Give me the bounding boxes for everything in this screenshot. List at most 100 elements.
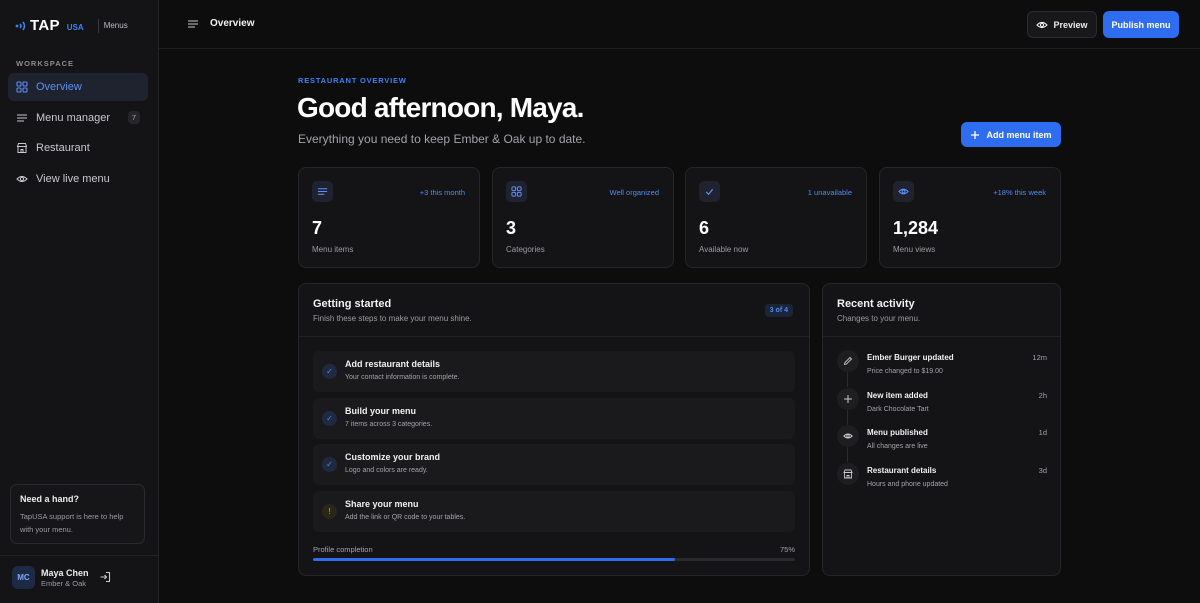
avatar[interactable]: MC — [12, 566, 35, 589]
stat-value: 3 — [506, 218, 517, 238]
brand-logo: TAP — [14, 17, 60, 34]
eye-icon — [1036, 21, 1049, 28]
stat-trend: +18% this week — [993, 188, 1046, 197]
brand-name: TAP — [30, 17, 60, 34]
activity-title: Menu published — [867, 428, 928, 437]
panel-subtitle: Finish these steps to make your menu shi… — [313, 314, 472, 323]
activity-item[interactable]: Restaurant details Hours and phone updat… — [837, 463, 1047, 499]
activity-description: Price changed to $19.00 — [867, 368, 943, 375]
activity-item[interactable]: New item added Dark Chocolate Tart 2h — [837, 388, 1047, 425]
add-menu-item-button[interactable]: Add menu item — [961, 122, 1061, 147]
panel-title: Getting started — [313, 298, 392, 310]
stat-icon — [699, 181, 720, 202]
step-title: Customize your brand — [345, 452, 441, 462]
recent-activity-panel: Recent activity Changes to your menu. Em… — [822, 283, 1061, 576]
grid-icon — [511, 186, 522, 197]
progress-value: 75% — [779, 545, 795, 554]
step-description: Add the link or QR code to your tables. — [345, 514, 466, 521]
sidebar-item-label: Restaurant — [36, 142, 90, 154]
stat-label: Available now — [699, 245, 749, 254]
plus-icon — [971, 130, 980, 139]
preview-label: Preview — [1053, 19, 1088, 30]
activity-description: Hours and phone updated — [867, 481, 948, 488]
stat-value: 7 — [312, 218, 323, 238]
stat-card-categories: Well organized 3 Categories — [492, 167, 674, 268]
sidebar-item-overview[interactable]: Overview — [8, 73, 148, 101]
help-card: Need a hand? TapUSA support is here to h… — [10, 484, 145, 544]
activity-item[interactable]: Menu published All changes are live 1d — [837, 425, 1047, 462]
panel-title: Recent activity — [837, 298, 915, 310]
list-icon — [317, 188, 328, 195]
activity-icon — [837, 425, 859, 447]
timeline-connector — [847, 410, 848, 425]
panel-header: Getting started Finish these steps to ma… — [299, 284, 809, 337]
stat-label: Menu items — [312, 245, 354, 254]
eye-icon — [16, 175, 28, 182]
step-title: Build your menu — [345, 406, 417, 416]
stat-card-available-now: 1 unavailable 6 Available now — [685, 167, 867, 268]
activity-icon — [837, 350, 859, 372]
check-icon: ✓ — [322, 364, 337, 379]
activity-description: Dark Chocolate Tart — [867, 406, 929, 413]
stat-trend: 1 unavailable — [807, 188, 852, 197]
activity-title: Ember Burger updated — [867, 353, 954, 362]
sidebar-item-view-live-menu[interactable]: View live menu — [8, 165, 148, 193]
stat-label: Categories — [506, 245, 545, 254]
plus-icon — [844, 395, 852, 403]
step-customize-your-brand[interactable]: ✓ Customize your brand Logo and colors a… — [313, 444, 795, 485]
stat-value: 6 — [699, 218, 710, 238]
activity-icon — [837, 463, 859, 485]
activity-title: New item added — [867, 391, 928, 400]
storefront-icon — [843, 469, 853, 479]
stat-icon — [312, 181, 333, 202]
timeline-connector — [847, 372, 848, 387]
user-profile: MC Maya Chen Ember & Oak — [0, 555, 158, 603]
sidebar-item-label: View live menu — [36, 172, 110, 185]
stat-card-menu-items: +3 this month 7 Menu items — [298, 167, 480, 268]
step-share-your-menu[interactable]: ! Share your menu Add the link or QR cod… — [313, 491, 795, 532]
step-description: 7 items across 3 categories. — [345, 421, 433, 428]
activity-time: 1d — [1038, 428, 1047, 437]
sidebar-item-restaurant[interactable]: Restaurant — [8, 134, 148, 162]
user-restaurant: Ember & Oak — [41, 579, 87, 588]
eye-icon — [898, 188, 909, 195]
step-description: Your contact information is complete. — [345, 374, 460, 381]
brand[interactable]: TAP USA Menus — [14, 17, 128, 34]
help-text: TapUSA support is here to help with your… — [20, 512, 124, 534]
sidebar-item-label: Menu manager — [36, 111, 110, 124]
panel-subtitle: Changes to your menu. — [837, 314, 921, 323]
logout-icon[interactable] — [99, 571, 111, 583]
check-icon: ✓ — [322, 411, 337, 426]
stat-label: Menu views — [893, 245, 936, 254]
grid-icon — [16, 81, 28, 93]
getting-started-panel: Getting started Finish these steps to ma… — [298, 283, 810, 576]
step-build-your-menu[interactable]: ✓ Build your menu 7 items across 3 categ… — [313, 398, 795, 439]
progress-fill — [313, 558, 675, 561]
stat-icon — [893, 181, 914, 202]
activity-title: Restaurant details — [867, 466, 937, 475]
step-description: Logo and colors are ready. — [345, 467, 428, 474]
panel-header: Recent activity Changes to your menu. — [823, 284, 1060, 337]
stat-trend: Well organized — [609, 188, 659, 197]
activity-item[interactable]: Ember Burger updated Price changed to $1… — [837, 350, 1047, 387]
stat-value: 1,284 — [893, 218, 939, 238]
step-add-restaurant-details[interactable]: ✓ Add restaurant details Your contact in… — [313, 351, 795, 392]
page-subtitle: Everything you need to keep Ember & Oak … — [298, 132, 586, 146]
activity-time: 2h — [1038, 391, 1047, 400]
progress-label: Profile completion — [313, 545, 373, 554]
activity-time: 12m — [1032, 353, 1047, 362]
stat-trend: +3 this month — [419, 188, 465, 197]
menu-toggle-icon[interactable] — [187, 18, 199, 30]
page-title: Overview — [210, 18, 255, 29]
step-title: Add restaurant details — [345, 359, 441, 369]
step-title: Share your menu — [345, 499, 419, 509]
preview-button[interactable]: Preview — [1027, 11, 1097, 38]
stat-icon — [506, 181, 527, 202]
activity-time: 3d — [1038, 466, 1047, 475]
sidebar-item-menu-manager[interactable]: Menu manager 7 — [8, 104, 148, 132]
check-icon: ✓ — [322, 457, 337, 472]
top-bar: Overview Preview Publish menu — [159, 0, 1200, 49]
brand-suffix: USA — [66, 23, 84, 32]
publish-menu-button[interactable]: Publish menu — [1103, 11, 1179, 38]
add-menu-item-label: Add menu item — [986, 129, 1052, 140]
